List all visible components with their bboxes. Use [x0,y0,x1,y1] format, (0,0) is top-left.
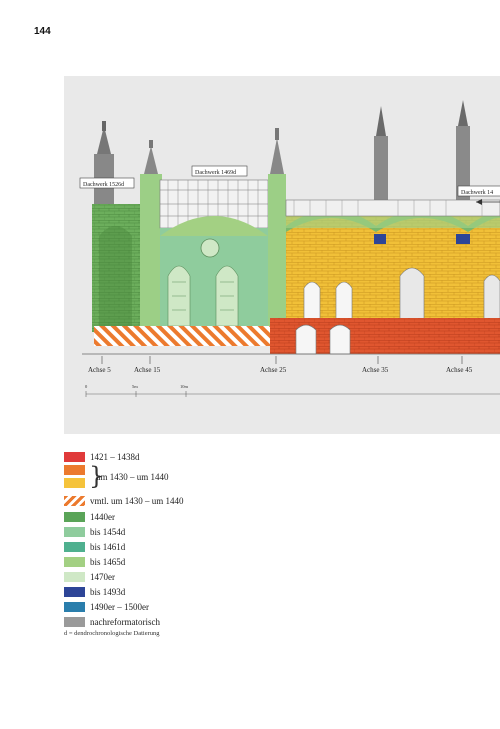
page-number: 144 [34,26,51,37]
axis-label: Achse 15 [134,366,161,374]
legend-label: bis 1461d [90,542,126,552]
legend-item: bis 1454d [64,526,125,538]
legend-label: bis 1454d [90,527,126,537]
legend-swatch [64,478,85,488]
legend-label: bis 1493d [90,587,126,597]
legend-label: 1470er [90,572,115,582]
svg-text:10m: 10m [180,384,189,389]
legend-item: 1421 – 1438d [64,451,140,463]
legend-item: bis 1461d [64,541,125,553]
facade-elevation-figure: Dachwerk 1526d Dachwerk 1469d Dachwerk 1… [64,76,500,434]
roof-gallery-right [285,199,500,217]
legend-swatch [64,465,85,475]
central-bay [160,216,268,332]
legend-swatch [64,452,85,462]
legend-item: 1440er [64,511,115,523]
legend-swatch [64,527,85,537]
legend-item: 1490er – 1500er [64,601,149,613]
axis-markers: Achse 5 Achse 15 Achse 25 Achse 35 Achse… [88,356,473,374]
axis-label: Achse 45 [446,366,473,374]
right-nave [286,210,500,327]
roof-label-1469: Dachwerk 1469d [191,165,248,177]
legend-label: 1490er – 1500er [90,602,149,612]
left-tower [92,121,140,332]
legend-swatch [64,512,85,522]
axis-label: Achse 25 [260,366,287,374]
svg-text:Dachwerk 14: Dachwerk 14 [461,190,493,196]
pinnacle-1 [140,140,162,332]
svg-text:0: 0 [85,384,88,389]
scale-bar: 0 5m 10m [85,384,500,397]
axis-label: Achse 35 [362,366,389,374]
legend-label: um 1430 – um 1440 [96,472,169,482]
legend-swatch [64,572,85,582]
legend-item: nachreformatorisch [64,616,160,628]
legend-label: nachreformatorisch [90,617,160,627]
legend-label: bis 1465d [90,557,126,567]
legend-label: 1440er [90,512,115,522]
elevation-drawing: Dachwerk 1526d Dachwerk 1469d Dachwerk 1… [79,100,500,397]
svg-text:5m: 5m [132,384,138,389]
legend-item: vmtl. um 1430 – um 1440 [64,495,184,507]
svg-text:Dachwerk 1526d: Dachwerk 1526d [83,182,124,188]
svg-text:Dachwerk 1469d: Dachwerk 1469d [195,170,236,176]
roof-label-1526: Dachwerk 1526d [79,177,135,189]
legend-swatch [64,557,85,567]
legend-swatch [64,617,85,627]
legend-swatch [64,587,85,597]
legend-item: 1470er [64,571,115,583]
legend-swatch-hatched [64,496,85,506]
pinnacle-2 [268,128,286,332]
legend-item: bis 1465d [64,556,125,568]
legend-footnote: d = dendrochronologische Datierung [64,630,160,637]
legend-swatch [64,542,85,552]
axis-label: Achse 5 [88,366,111,374]
hatched-base [94,326,270,346]
legend-label: vmtl. um 1430 – um 1440 [90,496,184,506]
legend-swatch [64,602,85,612]
legend-item: bis 1493d [64,586,125,598]
